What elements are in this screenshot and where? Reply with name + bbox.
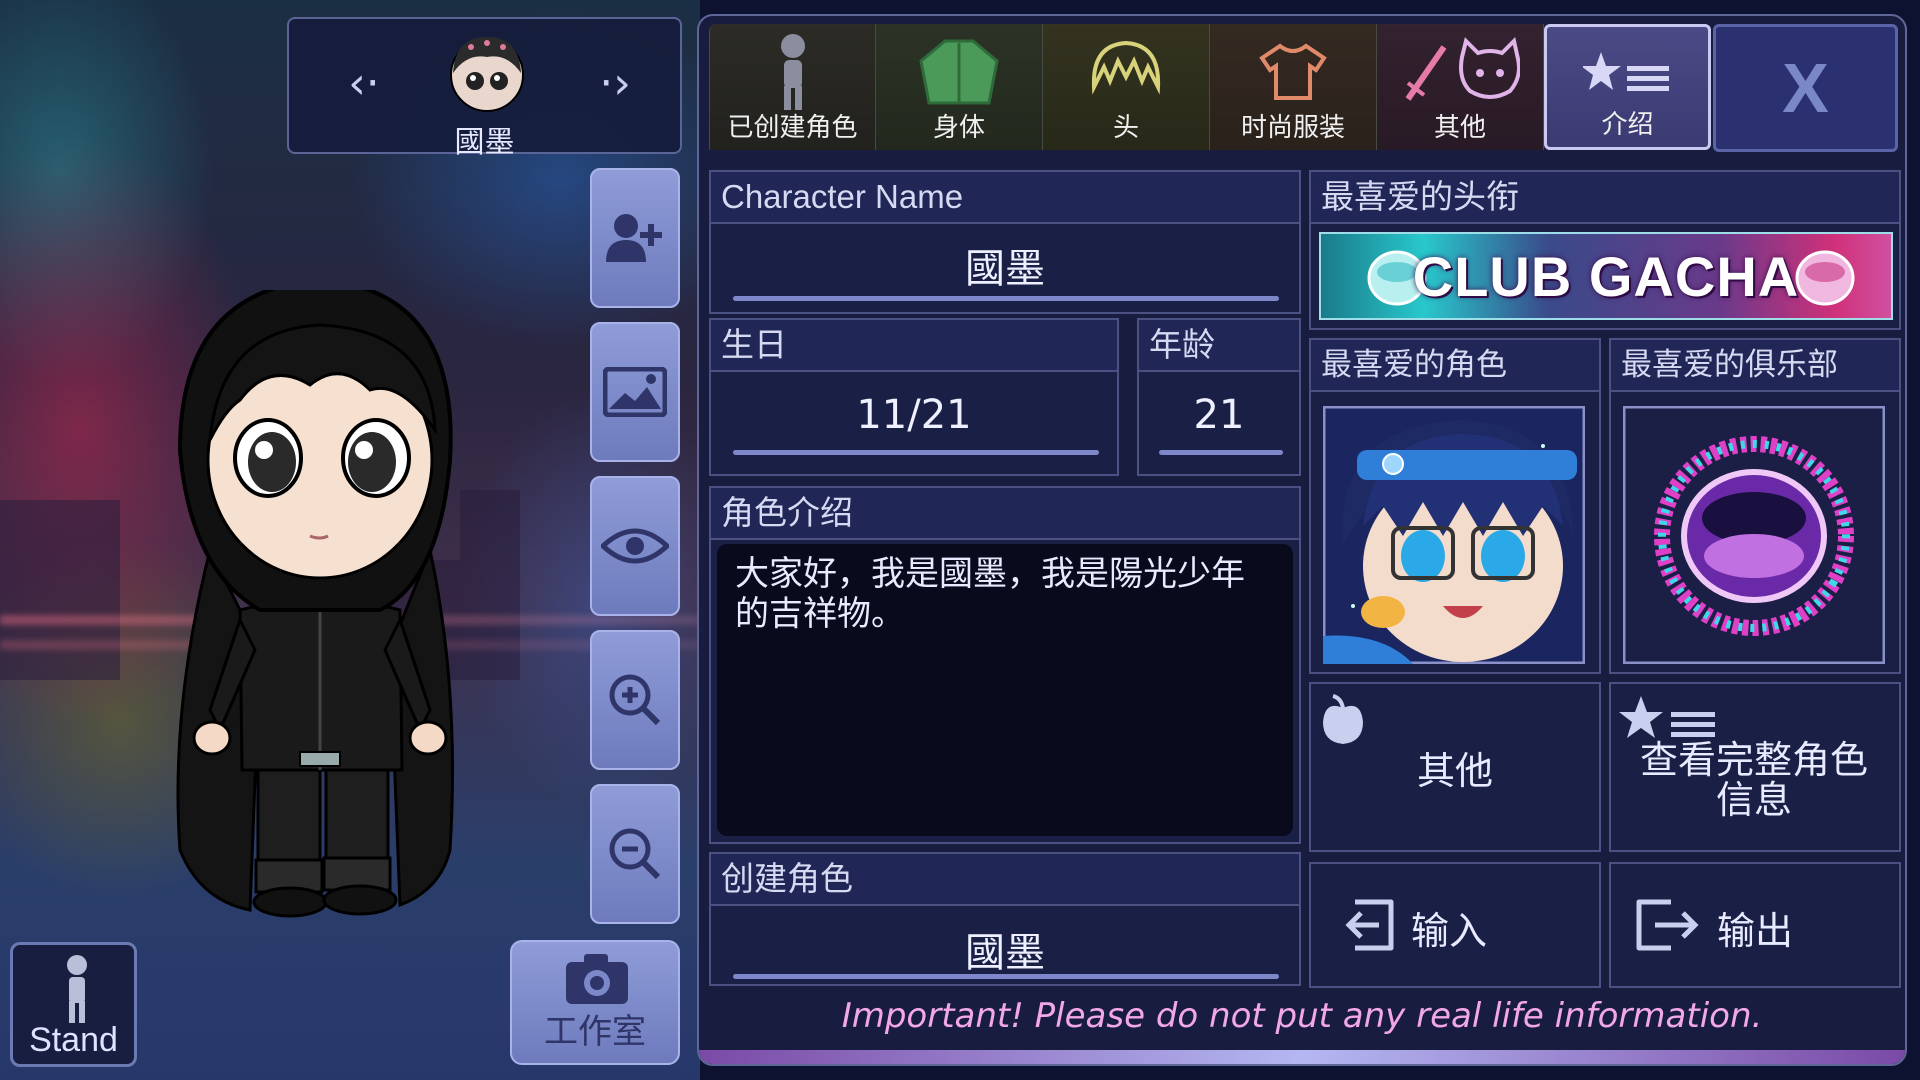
- favorite-title-text: CLUB GACHA: [1412, 245, 1800, 308]
- tab-created-characters[interactable]: 已创建角色: [709, 24, 876, 150]
- tab-label: 介绍: [1601, 110, 1654, 140]
- close-button[interactable]: X: [1713, 24, 1898, 152]
- favorite-character-section: 最喜爱的角色: [1309, 338, 1601, 674]
- view-full-info-button[interactable]: 查看完整角色信息: [1609, 682, 1901, 852]
- favorite-club-section: 最喜爱的俱乐部: [1609, 338, 1901, 674]
- category-tabs: 已创建角色 身体 头 时尚服装 其他 介绍: [709, 24, 1711, 150]
- stand-label: Stand: [29, 1021, 118, 1059]
- mannequin-icon: [780, 34, 805, 110]
- import-button[interactable]: 输入: [1309, 862, 1601, 988]
- star-list-icon: [1582, 52, 1669, 91]
- tab-body[interactable]: 身体: [876, 24, 1043, 150]
- favorite-title-banner[interactable]: CLUB GACHA: [1319, 232, 1893, 320]
- intro-text-area[interactable]: 大家好，我是國墨，我是陽光少年的吉祥物。: [717, 544, 1293, 836]
- tab-intro[interactable]: 介绍: [1544, 24, 1711, 150]
- star-list-icon: [1619, 696, 1715, 738]
- previous-character-arrow-icon[interactable]: ‹·: [339, 59, 389, 109]
- favorite-club-label: 最喜爱的俱乐部: [1611, 340, 1899, 392]
- background-button[interactable]: [590, 322, 680, 462]
- export-button[interactable]: 输出: [1609, 862, 1901, 988]
- eye-icon: [601, 528, 669, 564]
- intro-section: 角色介绍 大家好，我是國墨，我是陽光少年的吉祥物。: [709, 486, 1301, 844]
- tab-other[interactable]: 其他: [1377, 24, 1544, 150]
- privacy-warning: Important! Please do not put any real li…: [841, 996, 1763, 1036]
- character-stage: ‹· ·› 國墨 Stand 工作室: [0, 0, 700, 1080]
- favorite-title-section: 最喜爱的头衔 CLUB GACHA: [1309, 170, 1901, 330]
- age-underline: [1159, 450, 1283, 455]
- export-label: 输出: [1717, 909, 1794, 953]
- tab-label: 头: [1112, 113, 1139, 143]
- creator-underline: [733, 974, 1279, 979]
- creator-section: 创建角色 國墨: [709, 852, 1301, 986]
- favorite-character-label: 最喜爱的角色: [1311, 340, 1599, 392]
- character-name-field[interactable]: 國墨: [711, 236, 1299, 294]
- background-image-icon: [603, 367, 667, 417]
- favorite-character-portrait[interactable]: [1323, 406, 1585, 664]
- studio-button[interactable]: 工作室: [510, 940, 680, 1065]
- tab-head[interactable]: 头: [1043, 24, 1210, 150]
- camera-icon: [566, 954, 628, 1004]
- jacket-icon: [919, 39, 999, 105]
- favorite-title-label: 最喜爱的头衔: [1311, 172, 1899, 224]
- tab-label: 其他: [1433, 113, 1486, 143]
- import-label: 输入: [1411, 909, 1488, 953]
- character-avatar[interactable]: [447, 33, 527, 113]
- add-character-icon: [606, 214, 662, 262]
- age-label: 年龄: [1139, 320, 1299, 372]
- current-character-name: 國墨: [454, 125, 515, 160]
- age-field[interactable]: 21: [1139, 392, 1299, 438]
- hair-icon: [1091, 40, 1161, 95]
- other-label: 其他: [1416, 749, 1493, 793]
- character-switcher: ‹· ·› 國墨: [287, 17, 682, 160]
- panel-bottom-glow: [699, 1050, 1905, 1064]
- character-name-section: Character Name 國墨: [709, 170, 1301, 314]
- tab-fashion[interactable]: 时尚服装: [1210, 24, 1377, 150]
- character-figure[interactable]: [140, 290, 500, 930]
- tab-label: 时尚服装: [1240, 113, 1345, 143]
- zoom-out-button[interactable]: [590, 784, 680, 924]
- studio-label: 工作室: [544, 1012, 646, 1052]
- export-icon: [1636, 899, 1699, 951]
- zoom-in-button[interactable]: [590, 630, 680, 770]
- zoom-out-icon: [609, 828, 661, 880]
- birthday-underline: [733, 450, 1099, 455]
- intro-label: 角色介绍: [711, 488, 1299, 540]
- sword-cat-icon: [1405, 37, 1520, 101]
- view-full-info-label: 查看完整角色信息: [1639, 738, 1868, 822]
- apple-icon: [1323, 694, 1363, 744]
- birthday-section: 生日 11/21: [709, 318, 1119, 476]
- mannequin-icon: [67, 955, 87, 1023]
- profile-panel: 已创建角色 身体 头 时尚服装 其他 介绍 X Character Name 國…: [697, 14, 1907, 1066]
- creator-field[interactable]: 國墨: [711, 920, 1299, 978]
- creator-label: 创建角色: [711, 854, 1299, 906]
- character-name-label: Character Name: [711, 172, 1299, 224]
- favorite-club-emblem[interactable]: [1623, 406, 1885, 664]
- birthday-label: 生日: [711, 320, 1117, 372]
- import-icon: [1345, 899, 1394, 951]
- zoom-in-icon: [609, 674, 661, 726]
- birthday-field[interactable]: 11/21: [711, 392, 1117, 438]
- other-button[interactable]: 其他: [1309, 682, 1601, 852]
- age-section: 年龄 21: [1137, 318, 1301, 476]
- tab-label: 身体: [932, 113, 985, 143]
- tab-label: 已创建角色: [727, 113, 858, 143]
- tshirt-icon: [1259, 43, 1327, 100]
- background-building: [0, 500, 120, 680]
- stand-pose-button[interactable]: Stand: [10, 942, 137, 1067]
- visibility-button[interactable]: [590, 476, 680, 616]
- next-character-arrow-icon[interactable]: ·›: [590, 59, 640, 109]
- character-name-underline: [733, 296, 1279, 301]
- add-character-button[interactable]: [590, 168, 680, 308]
